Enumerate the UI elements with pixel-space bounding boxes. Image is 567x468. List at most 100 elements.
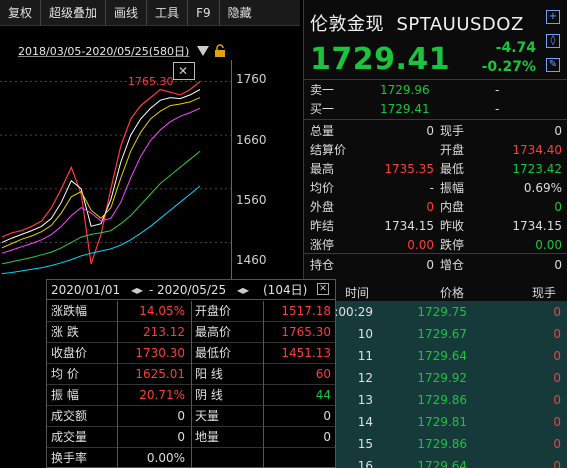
- close-icon[interactable]: ✕: [317, 283, 329, 295]
- series-line: [1, 81, 201, 265]
- popup-value: 213.12: [143, 325, 185, 339]
- stat-row: 昨结 1734.15 昨收 1734.15: [310, 217, 562, 235]
- trade-volume: 0: [553, 393, 561, 407]
- trade-time: 13: [357, 393, 373, 407]
- trade-volume: 0: [553, 349, 561, 363]
- trade-volume: 0: [553, 305, 561, 319]
- trade-price: 1729.86: [417, 393, 467, 407]
- trade-price: 1729.64: [417, 349, 467, 363]
- popup-label: 振 幅: [51, 388, 79, 402]
- popup-label: 阴 线: [195, 388, 223, 402]
- date-stepper-icon[interactable]: ◂▸: [131, 280, 143, 300]
- stat-value: 1723.42: [512, 162, 562, 176]
- trade-row[interactable]: 13 1729.86 0: [303, 389, 567, 411]
- trade-row[interactable]: 11 1729.64 0: [303, 345, 567, 367]
- stat-row: 总量 0 现手 0: [310, 122, 562, 140]
- stat-value: 0: [554, 124, 562, 138]
- popup-value: 1765.30: [281, 325, 331, 339]
- popup-value: 0.00%: [146, 451, 185, 465]
- price-change: -4.74: [495, 40, 536, 56]
- trade-row[interactable]: 10 1729.67 0: [303, 323, 567, 345]
- stat-label: 内盘: [440, 200, 465, 214]
- increase-value: 0: [554, 258, 562, 272]
- col-volume: 现手: [532, 286, 557, 300]
- series-line: [1, 185, 201, 275]
- divider: [303, 79, 567, 80]
- popup-end-date[interactable]: 2020/05/25: [157, 280, 226, 300]
- popup-label: 天量: [195, 409, 220, 423]
- trade-time: 10: [357, 327, 373, 341]
- col-time: 时间: [345, 286, 370, 300]
- toolbar-f9[interactable]: F9: [188, 0, 220, 26]
- divider: [303, 253, 567, 254]
- popup-label: 换手率: [51, 451, 88, 465]
- trade-volume: 0: [553, 437, 561, 451]
- stat-value: 1734.15: [384, 219, 434, 233]
- position-label: 持仓: [310, 258, 335, 272]
- stat-label: 昨结: [310, 219, 335, 233]
- stat-value: 0.00: [535, 238, 562, 252]
- popup-label: 最高价: [195, 325, 232, 339]
- stat-value: 1734.15: [512, 219, 562, 233]
- popup-label: 均 价: [51, 367, 79, 381]
- date-stepper-icon[interactable]: ◂▸: [237, 280, 249, 300]
- popup-value: 0: [323, 430, 331, 444]
- trade-list[interactable]: :00:29 1729.75 0 10 1729.67 0 11 1729.64 0 12 1729…: [303, 301, 567, 468]
- popup-label: 成交额: [51, 409, 88, 423]
- stat-label: 总量: [310, 124, 335, 138]
- trade-price: 1729.67: [417, 327, 467, 341]
- trade-row[interactable]: 12 1729.92 0: [303, 367, 567, 389]
- stat-label: 跌停: [440, 238, 465, 252]
- popup-value: 1451.13: [281, 346, 331, 360]
- stat-value: 0: [554, 200, 562, 214]
- stat-label: 现手: [440, 124, 465, 138]
- popup-label: 开盘价: [195, 304, 232, 318]
- popup-value: 0: [177, 409, 185, 423]
- toolbar-fuquan[interactable]: 复权: [0, 0, 42, 26]
- add-icon[interactable]: +: [546, 10, 560, 24]
- popup-day-count: (104日): [263, 283, 308, 297]
- high-annotation: 1765.30: [128, 75, 174, 88]
- chart-dropdown-icon[interactable]: [197, 46, 209, 56]
- popup-label: 最低价: [195, 346, 232, 360]
- edit-icon[interactable]: ✎: [546, 58, 560, 72]
- stat-value: 0.00: [407, 238, 434, 252]
- bid-vol: -: [495, 102, 500, 116]
- toolbar-super-overlay[interactable]: 超级叠加: [41, 0, 107, 26]
- close-icon[interactable]: ✕: [178, 64, 188, 78]
- popup-value: 14.05%: [139, 304, 185, 318]
- price-chart[interactable]: 1765.30: [0, 60, 232, 280]
- range-stats-popup: 2020/01/01 ◂▸ - 2020/05/25 ◂▸ (104日) ✕ 涨…: [46, 279, 336, 468]
- price-change-pct: -0.27%: [481, 59, 536, 75]
- stat-label: 结算价: [310, 143, 347, 157]
- col-divider: [263, 301, 264, 467]
- alert-bell-icon[interactable]: ◊: [546, 34, 560, 48]
- trade-row[interactable]: 15 1729.86 0: [303, 433, 567, 455]
- y-tick: 1660: [236, 133, 267, 147]
- stat-value: -: [429, 181, 434, 195]
- series-line: [1, 107, 201, 254]
- stat-row: 均价 - 振幅 0.69%: [310, 179, 562, 197]
- trade-price: 1729.92: [417, 371, 467, 385]
- stat-value: 0: [426, 124, 434, 138]
- toolbar-hide[interactable]: 隐藏: [220, 0, 260, 26]
- stat-label: 开盘: [440, 143, 465, 157]
- popup-value: 44: [315, 388, 331, 402]
- popup-value: 60: [315, 367, 331, 381]
- lock-icon[interactable]: [214, 44, 226, 58]
- ask-vol: -: [495, 83, 500, 97]
- trade-row[interactable]: 14 1729.81 0: [303, 411, 567, 433]
- toolbar-tools[interactable]: 工具: [147, 0, 189, 26]
- stat-label: 涨停: [310, 238, 335, 252]
- trade-volume: 0: [553, 327, 561, 341]
- toolbar-draw-line[interactable]: 画线: [106, 0, 148, 26]
- stat-row: 外盘 0 内盘 0: [310, 198, 562, 216]
- trade-row[interactable]: :00:29 1729.75 0: [303, 301, 567, 323]
- trade-volume: 0: [553, 371, 561, 385]
- order-book-bid: 买一 1729.41 -: [310, 100, 562, 118]
- y-tick: 1460: [236, 253, 267, 267]
- trade-row[interactable]: 16 1729.64 0: [303, 455, 567, 468]
- position-value: 0: [426, 258, 434, 272]
- order-book-ask: 卖一 1729.96 -: [310, 81, 562, 99]
- popup-start-date[interactable]: 2020/01/01: [51, 280, 120, 300]
